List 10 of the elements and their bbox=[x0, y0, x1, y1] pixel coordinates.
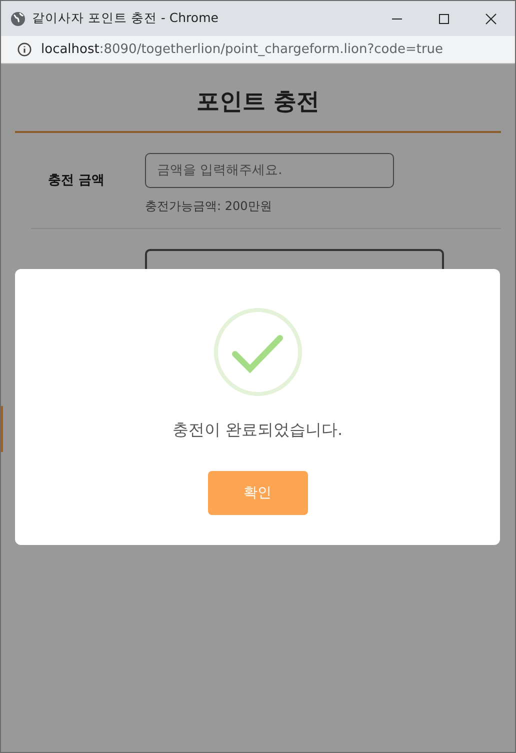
input-field[interactable]: 금액을 입력해주세요. bbox=[145, 153, 394, 188]
close-icon[interactable] bbox=[485, 12, 497, 24]
page-title: 포인트 충전 bbox=[15, 64, 501, 133]
window-title: 같이사자 포인트 충전 - Chrome bbox=[32, 10, 218, 27]
dialog-message: 충전이 완료되었습니다. bbox=[172, 420, 343, 441]
check-icon bbox=[212, 307, 302, 397]
field-label: 충전 금액 bbox=[48, 173, 105, 188]
info-icon[interactable] bbox=[17, 42, 32, 57]
maximize-icon[interactable] bbox=[438, 12, 450, 24]
hint-text: 충전가능금액: 200만원 bbox=[145, 198, 273, 215]
